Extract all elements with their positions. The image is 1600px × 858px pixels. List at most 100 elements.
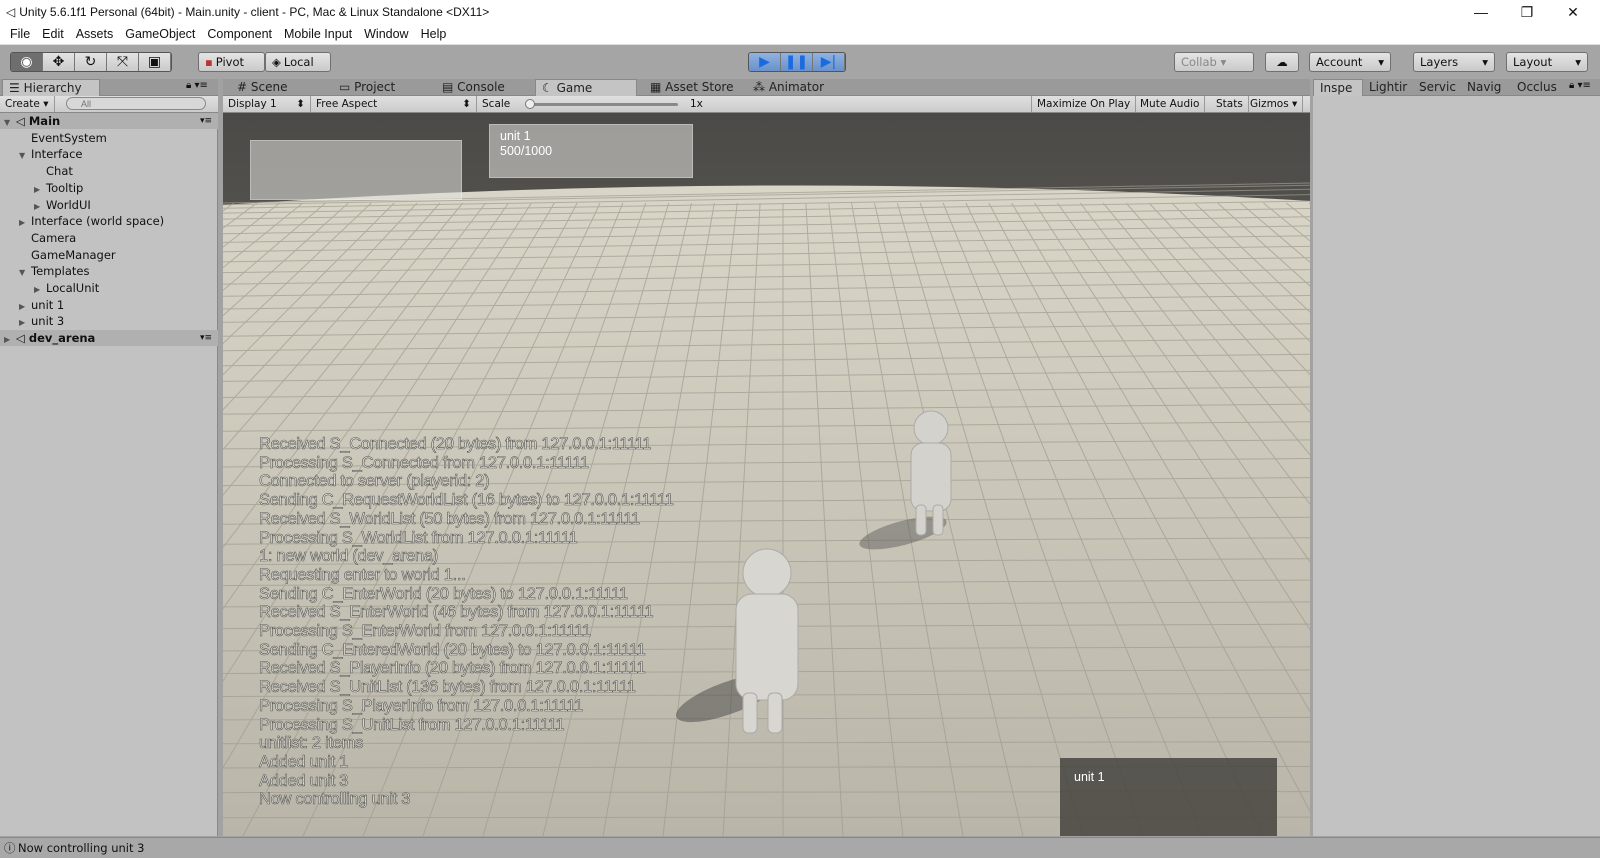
tab-occlusion[interactable]: Occlus: [1511, 79, 1557, 96]
stats-toggle[interactable]: Stats: [1211, 96, 1249, 112]
scale-tool-icon[interactable]: ⤧: [107, 53, 139, 71]
hierarchy-item-label: Chat: [46, 164, 73, 179]
scale-slider-thumb[interactable]: [525, 99, 535, 109]
expand-arrow-icon[interactable]: ▶: [34, 199, 46, 215]
hierarchy-item-label: Interface (world space): [31, 214, 165, 229]
expand-arrow-icon[interactable]: ▶: [19, 299, 31, 315]
play-button-icon[interactable]: ▶: [749, 53, 781, 71]
menu-assets[interactable]: Assets: [70, 27, 120, 41]
expand-arrow-icon[interactable]: ▶: [19, 215, 31, 231]
tab-game[interactable]: ☾ Game: [535, 79, 637, 96]
collab-button[interactable]: Collab ▾: [1174, 52, 1254, 72]
hierarchy-item[interactable]: ▶ Interface (world space): [0, 213, 218, 229]
expand-arrow-icon[interactable]: ▶: [4, 332, 16, 348]
scale-slider[interactable]: [525, 99, 678, 109]
window-title: Unity 5.6.1f1 Personal (64bit) - Main.un…: [19, 5, 490, 19]
account-dropdown[interactable]: Account ▾: [1309, 52, 1391, 72]
move-tool-icon[interactable]: ✥: [43, 53, 75, 71]
cloud-icon: ☁: [1276, 55, 1288, 69]
hierarchy-search-input[interactable]: [66, 97, 206, 110]
hierarchy-item[interactable]: ▼ ◁ Main ▾≡: [0, 113, 218, 129]
expand-arrow-icon[interactable]: ▼: [19, 265, 31, 281]
hierarchy-item[interactable]: ▶ unit 1: [0, 297, 218, 313]
game-view[interactable]: unit 1 500/1000 unit 1 Received S_Connec…: [223, 113, 1310, 836]
maximize-button[interactable]: ❐: [1504, 0, 1550, 24]
menu-window[interactable]: Window: [358, 27, 414, 41]
expand-arrow-icon[interactable]: ▼: [19, 148, 31, 164]
scene-menu-icon[interactable]: ▾≡: [200, 330, 212, 346]
hierarchy-item[interactable]: ▶ unit 3: [0, 313, 218, 329]
hierarchy-item[interactable]: ▶ WorldUI: [0, 197, 218, 213]
hierarchy-item[interactable]: ▼ Templates: [0, 263, 218, 279]
hierarchy-item[interactable]: Camera: [0, 230, 218, 246]
local-button[interactable]: ◈ Local: [265, 52, 331, 72]
hierarchy-item-label: WorldUI: [46, 197, 91, 212]
game-toolbar: Display 1 ⬍ Free Aspect ⬍ Scale 1x Maximiz…: [223, 96, 1310, 113]
expand-arrow-icon[interactable]: ▼: [4, 115, 16, 131]
main-toolbar: ◉ ✥ ↻ ⤧ ▣ ▪ Pivot ◈ Local ▶ ❚❚ ▶| Collab ▾…: [0, 45, 1600, 79]
chat-panel: [250, 140, 462, 200]
lock-icon[interactable]: 🔒︎ ▾≡: [1569, 80, 1591, 91]
hierarchy-item-label: Camera: [31, 230, 77, 245]
menu-edit[interactable]: Edit: [36, 27, 70, 41]
tab-services[interactable]: Servic: [1413, 79, 1456, 96]
unit-name: unit 1: [500, 129, 531, 143]
log-line: Received S_Connected (20 bytes) from 127…: [259, 435, 652, 454]
tab-scene[interactable]: # Scene: [231, 79, 287, 96]
expand-arrow-icon[interactable]: ▶: [34, 182, 46, 198]
scene-menu-icon[interactable]: ▾≡: [200, 113, 212, 129]
hierarchy-item[interactable]: GameManager: [0, 247, 218, 263]
chevron-down-icon: ▾: [1575, 55, 1581, 69]
tab-lighting[interactable]: Lightir: [1363, 79, 1407, 96]
hierarchy-panel: ▼ ◁ Main ▾≡ EventSystem ▼ Interface Chat ▶ Toolt…: [0, 113, 218, 836]
hierarchy-item[interactable]: Chat: [0, 163, 218, 179]
expand-arrow-icon[interactable]: ▶: [34, 282, 46, 298]
layout-dropdown[interactable]: Layout ▾: [1506, 52, 1588, 72]
hierarchy-item[interactable]: ▶ ◁ dev_arena ▾≡: [0, 330, 218, 348]
status-bar: ⓘ Now controlling unit 3: [0, 837, 1600, 858]
log-line: Added unit 1: [259, 752, 349, 772]
chat-log: Received S_Connected (20 bytes) from 127…: [259, 435, 675, 809]
log-line: Processing S_UnitList from 127.0.0.1:111…: [259, 715, 565, 734]
rotate-tool-icon[interactable]: ↻: [75, 53, 107, 71]
display-dropdown[interactable]: Display 1 ⬍: [223, 96, 311, 112]
tab-asset-store[interactable]: ▦ Asset Store: [644, 79, 734, 96]
view-tool-eye-icon[interactable]: ◉: [11, 53, 43, 71]
menu-component[interactable]: Component: [201, 27, 278, 41]
step-button-icon[interactable]: ▶|: [813, 53, 845, 71]
hierarchy-item[interactable]: ▶ LocalUnit: [0, 280, 218, 296]
rect-tool-icon[interactable]: ▣: [139, 53, 171, 71]
maximize-on-play-toggle[interactable]: Maximize On Play: [1031, 96, 1137, 112]
menu-help[interactable]: Help: [415, 27, 453, 41]
pivot-button[interactable]: ▪ Pivot: [198, 52, 265, 72]
aspect-dropdown[interactable]: Free Aspect ⬍: [311, 96, 477, 112]
tab-inspector[interactable]: Inspe: [1313, 79, 1363, 96]
menu-mobile-input[interactable]: Mobile Input: [278, 27, 358, 41]
close-button[interactable]: ✕: [1550, 0, 1596, 24]
tab-project[interactable]: ▭ Project: [333, 79, 395, 96]
lock-icon[interactable]: 🔒︎ ▾≡: [186, 80, 208, 91]
hierarchy-item[interactable]: ▶ Tooltip: [0, 180, 218, 196]
tab-console[interactable]: ▤ Console: [436, 79, 505, 96]
hierarchy-item-label: dev_arena: [28, 331, 96, 346]
log-line: Added unit 3: [259, 771, 349, 790]
expand-arrow-icon[interactable]: ▶: [19, 315, 31, 331]
cloud-button[interactable]: ☁: [1265, 52, 1299, 72]
target-panel: unit 1: [1060, 758, 1277, 836]
hierarchy-item[interactable]: ▼ Interface: [0, 146, 218, 162]
create-dropdown[interactable]: Create ▾: [0, 96, 55, 112]
menu-file[interactable]: File: [4, 27, 36, 41]
play-controls: ▶ ❚❚ ▶|: [748, 52, 846, 72]
tab-hierarchy[interactable]: ☰ Hierarchy: [2, 79, 100, 96]
log-line: Now controlling unit 3: [259, 790, 411, 809]
layers-dropdown[interactable]: Layers ▾: [1413, 52, 1495, 72]
minimize-button[interactable]: —: [1458, 0, 1504, 24]
status-message[interactable]: Now controlling unit 3: [18, 841, 144, 855]
menu-gameobject[interactable]: GameObject: [119, 27, 201, 41]
pause-button-icon[interactable]: ❚❚: [781, 53, 813, 71]
mute-audio-toggle[interactable]: Mute Audio: [1135, 96, 1206, 112]
gizmos-dropdown[interactable]: Gizmos ▾: [1245, 96, 1304, 112]
tab-navigation[interactable]: Navig: [1461, 79, 1501, 96]
hierarchy-item[interactable]: EventSystem: [0, 130, 218, 146]
tab-animator[interactable]: ⁂ Animator: [747, 79, 824, 96]
